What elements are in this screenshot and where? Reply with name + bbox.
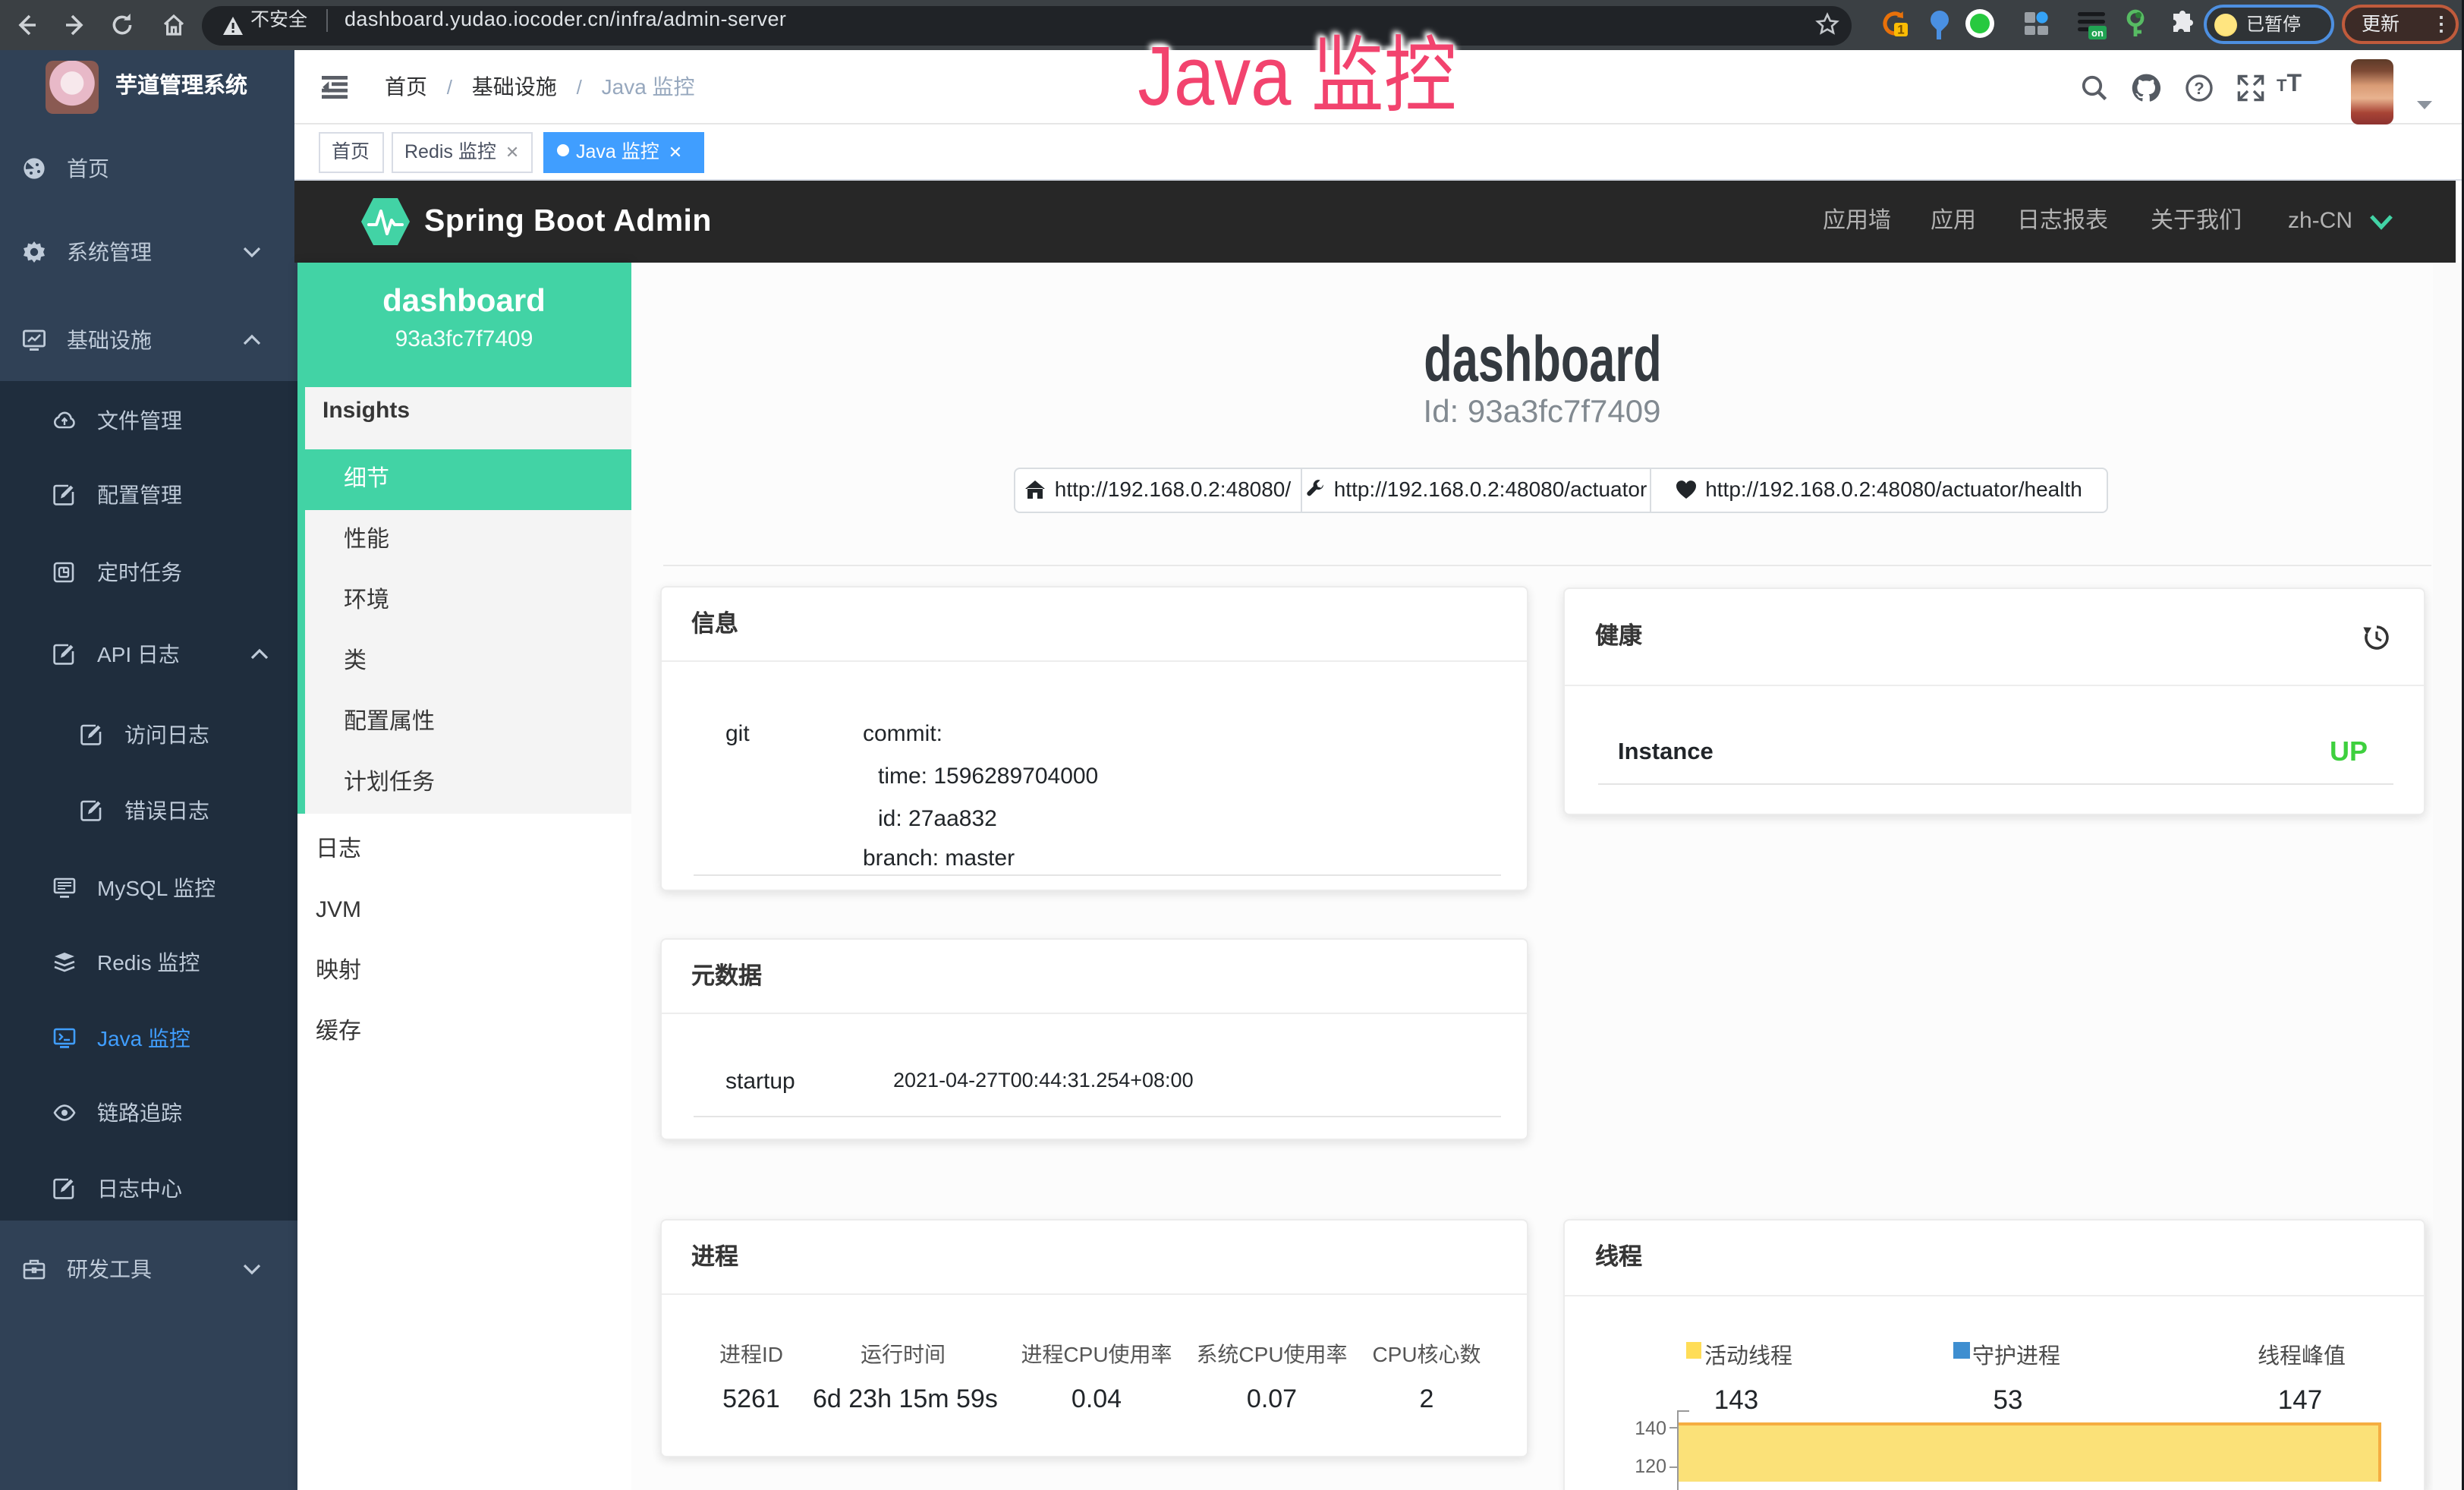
svg-text:?: ? xyxy=(2193,79,2203,98)
svg-text:1: 1 xyxy=(1897,22,1904,36)
svg-text:on: on xyxy=(2091,27,2104,39)
